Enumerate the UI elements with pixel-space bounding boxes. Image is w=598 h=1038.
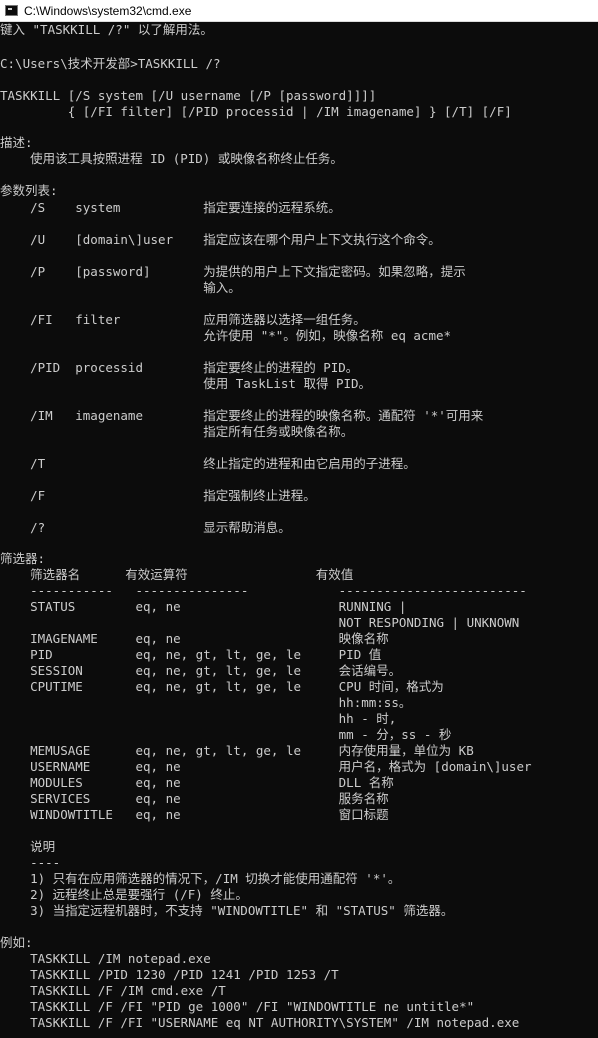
cmd-icon: [5, 5, 18, 16]
console-line: /IM imagename 指定要终止的进程的映像名称。通配符 '*'可用来: [0, 408, 484, 423]
console-line: MODULES eq, ne DLL 名称: [0, 775, 394, 790]
console-line: NOT RESPONDING | UNKNOWN: [0, 615, 520, 630]
console-line: 筛选器名 有效运算符 有效值: [0, 567, 354, 582]
console-line: USERNAME eq, ne 用户名，格式为 [domain\]user: [0, 759, 532, 774]
console-line: mm - 分，ss - 秒: [0, 727, 452, 742]
console-line: TASKKILL /PID 1230 /PID 1241 /PID 1253 /…: [0, 967, 339, 982]
console-line: /S system 指定要连接的远程系统。: [0, 200, 341, 215]
console-line: /F 指定强制终止进程。: [0, 488, 316, 503]
console-line: 1) 只有在应用筛选器的情况下，/IM 切换才能使用通配符 '*'。: [0, 871, 401, 886]
console-line: /PID processid 指定要终止的进程的 PID。: [0, 360, 359, 375]
console-line: SESSION eq, ne, gt, lt, ge, le 会话编号。: [0, 663, 402, 678]
console-line: 描述:: [0, 135, 33, 150]
console-line: 筛选器:: [0, 551, 46, 566]
console-output[interactable]: 键入 "TASKKILL /?" 以了解用法。 C:\Users\技术开发部>T…: [0, 22, 598, 1038]
console-line: PID eq, ne, gt, lt, ge, le PID 值: [0, 647, 382, 662]
console-line: 使用该工具按照进程 ID (PID) 或映像名称终止任务。: [0, 151, 343, 166]
console-line: 例如:: [0, 935, 33, 950]
console-line: 3) 当指定远程机器时，不支持 "WINDOWTITLE" 和 "STATUS"…: [0, 903, 454, 918]
console-line: MEMUSAGE eq, ne, gt, lt, ge, le 内存使用量，单位…: [0, 743, 474, 758]
title-bar[interactable]: C:\Windows\system32\cmd.exe: [0, 0, 598, 22]
console-line: /? 显示帮助消息。: [0, 520, 291, 535]
console-line: ----: [0, 855, 61, 870]
console-line: TASKKILL /F /IM cmd.exe /T: [0, 983, 226, 998]
console-line: hh - 时,: [0, 711, 397, 726]
console-line: TASKKILL /F /FI "USERNAME eq NT AUTHORIT…: [0, 1015, 520, 1030]
console-line: CPUTIME eq, ne, gt, lt, ge, le CPU 时间，格式…: [0, 679, 444, 694]
console-line: C:\Users\技术开发部>TASKKILL /?: [0, 56, 221, 71]
console-line: ----------- --------------- ------------…: [0, 583, 527, 598]
console-line: 键入 "TASKKILL /?" 以了解用法。: [0, 22, 213, 37]
console-line: IMAGENAME eq, ne 映像名称: [0, 631, 389, 646]
console-line: /P [password] 为提供的用户上下文指定密码。如果忽略，提示: [0, 264, 466, 279]
window-title: C:\Windows\system32\cmd.exe: [24, 3, 192, 18]
console-line: /T 终止指定的进程和由它启用的子进程。: [0, 456, 416, 471]
console-line: hh:mm:ss。: [0, 695, 412, 710]
console-line: 2) 远程终止总是要强行 (/F) 终止。: [0, 887, 248, 902]
console-line: WINDOWTITLE eq, ne 窗口标题: [0, 807, 389, 822]
console-line: TASKKILL /IM notepad.exe: [0, 951, 211, 966]
console-line: TASKKILL [/S system [/U username [/P [pa…: [0, 88, 377, 103]
console-line: { [/FI filter] [/PID processid | /IM ima…: [0, 104, 512, 119]
console-line: /U [domain\]user 指定应该在哪个用户上下文执行这个命令。: [0, 232, 441, 247]
console-line: SERVICES eq, ne 服务名称: [0, 791, 389, 806]
console-line: 使用 TaskList 取得 PID。: [0, 376, 372, 391]
console-line: 指定所有任务或映像名称。: [0, 424, 354, 439]
console-line: STATUS eq, ne RUNNING |: [0, 599, 407, 614]
console-line: 输入。: [0, 280, 241, 295]
console-line: TASKKILL /F /FI "PID ge 1000" /FI "WINDO…: [0, 999, 475, 1014]
console-line: /FI filter 应用筛选器以选择一组任务。: [0, 312, 366, 327]
console-line: 参数列表:: [0, 183, 58, 198]
console-line: 说明: [0, 839, 56, 854]
console-line: 允许使用 "*"。例如，映像名称 eq acme*: [0, 328, 452, 343]
